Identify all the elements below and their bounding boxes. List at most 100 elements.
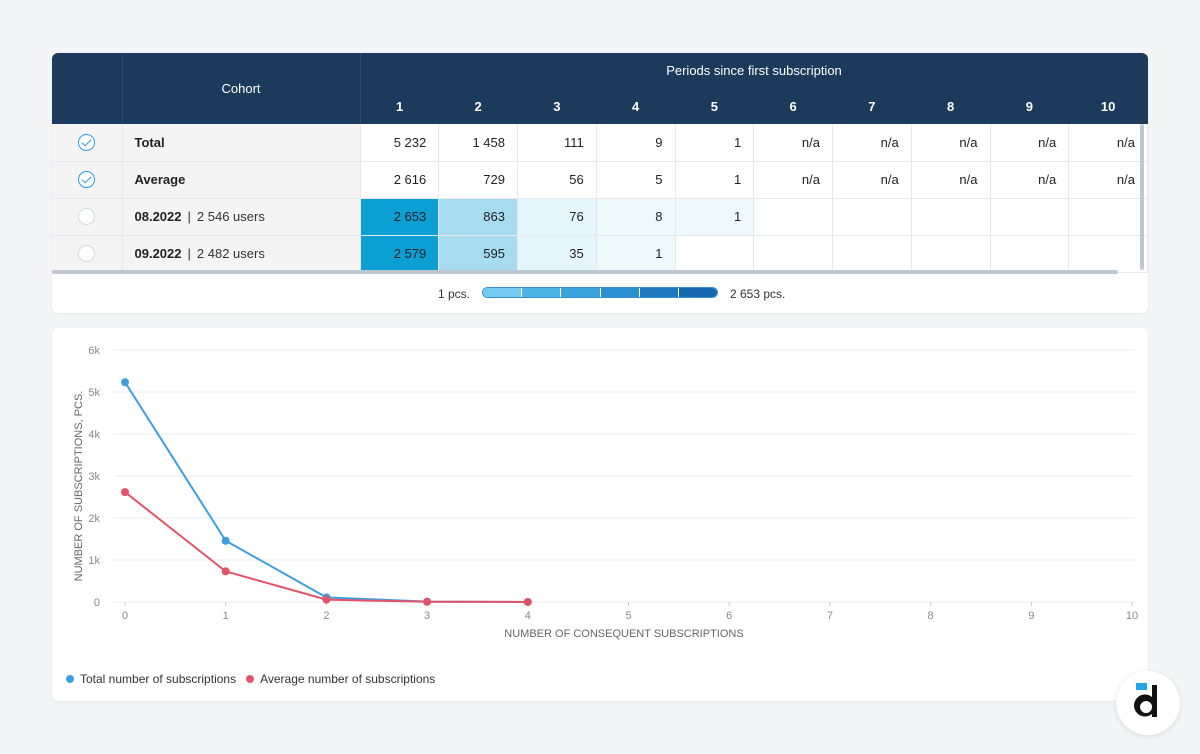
scale-segment [483,288,523,297]
cohort-table: Cohort Periods since first subscription … [52,53,1148,273]
row-checkbox[interactable] [78,245,96,263]
cohort-table-card: Cohort Periods since first subscription … [52,53,1148,313]
value-cell: 56 [517,161,597,199]
table-body: Total 5 232 1 458 111 9 1 n/a n/a n/a n/a n/a Avera… [52,124,1148,273]
scale-segment [561,288,601,297]
series-line-1 [124,491,528,603]
value-cell: n/a [753,161,833,199]
series-line-0 [124,381,528,603]
series-point [221,536,230,545]
legend-item[interactable]: Average number of subscriptions [246,672,435,686]
x-tick-label: 7 [827,610,833,622]
legend-item[interactable]: Total number of subscriptions [66,672,236,686]
value-cell: 595 [438,235,518,273]
value-cell [1068,198,1148,236]
value-cell: n/a [753,124,833,162]
row-select-cell [52,124,123,162]
value-cell: n/a [911,124,991,162]
value-cell: 9 [596,124,676,162]
series-point [121,488,129,497]
value-cell [911,235,991,273]
y-tick-label: 5k [88,387,100,399]
x-tick-label: 9 [1028,610,1034,622]
value-cell: n/a [911,161,991,199]
scale-segment [639,288,679,297]
value-cell: 2 653 [360,198,440,236]
separator: | [187,246,191,261]
devtodev-logo [1116,671,1180,735]
vertical-scrollbar[interactable] [1140,124,1144,270]
value-cell: 1 [675,198,755,236]
horizontal-scrollbar[interactable] [52,270,1118,274]
table-row: Total 5 232 1 458 111 9 1 n/a n/a n/a n/a n/a [52,124,1148,162]
period-header-7: 7 [832,88,912,124]
period-header-8: 8 [911,88,990,124]
cohort-label-cell: Average [122,161,361,199]
value-cell: 2 616 [360,161,440,199]
row-select-cell [52,235,123,273]
cohort-column-header: Cohort [122,53,361,124]
period-header-1: 1 [360,88,439,124]
value-cell: 5 232 [360,124,440,162]
value-cell: n/a [1068,161,1148,199]
value-cell: n/a [990,124,1070,162]
value-cell [990,235,1070,273]
x-tick-label: 0 [122,610,128,622]
period-header-10: 10 [1068,88,1148,124]
value-cell: 35 [517,235,597,273]
value-cell: 1 458 [438,124,518,162]
scale-segment [678,288,717,297]
line-chart-card: 0 1k 2k 3k 4k 5k 6k 0 1 2 3 4 5 6 7 8 9 10 NUMBER OF CONSE… [52,328,1148,701]
line-chart: 0 1k 2k 3k 4k 5k 6k 0 1 2 3 4 5 6 7 8 9 10 NUMBER OF CONSE… [73,345,1138,640]
value-cell: n/a [832,161,912,199]
value-cell: 729 [438,161,518,199]
value-cell: n/a [990,161,1070,199]
chart-legend: Total number of subscriptions Average num… [66,672,435,686]
logo-d-icon [1134,683,1157,717]
value-cell: 76 [517,198,597,236]
value-cell: 2 579 [360,235,440,273]
y-tick-label: 0 [94,597,100,609]
x-tick-label: 3 [424,610,430,622]
x-tick-label: 1 [223,610,229,622]
period-header-2: 2 [438,88,518,124]
y-tick-label: 1k [88,555,100,567]
legend-label: Total number of subscriptions [80,672,237,686]
value-cell: 1 [596,235,676,273]
series-point [121,378,129,387]
cohort-name: 09.2022 [134,246,182,261]
y-tick-label: 6k [88,345,100,357]
row-select-cell [52,161,123,199]
series-point [221,567,230,576]
period-header-5: 5 [675,88,754,124]
x-tick-label: 10 [1126,610,1138,622]
cohort-name: Average [134,172,186,187]
x-tick-label: 4 [525,610,531,622]
value-cell [753,198,833,236]
value-cell: 1 [675,161,755,199]
y-axis-label: NUMBER OF SUBSCRIPTIONS, PCS. [73,391,85,582]
legend-dot-icon [66,675,74,683]
table-row: 08.2022 | 2 546 users 2 653 863 76 8 1 [52,198,1148,236]
value-cell [753,235,833,273]
color-scale-bar [482,287,718,298]
value-cell [1068,235,1148,273]
value-cell: 8 [596,198,676,236]
value-cell: 863 [438,198,518,236]
row-checkbox[interactable] [78,171,96,189]
scale-min-label: 1 pcs. [438,287,471,301]
cohort-label-cell: 09.2022 | 2 482 users [122,235,361,273]
value-cell [832,235,912,273]
value-cell [675,235,755,273]
value-cell: 111 [517,124,597,162]
value-cell [911,198,991,236]
series-point [423,597,432,606]
table-row: Average 2 616 729 56 5 1 n/a n/a n/a n/a n/a [52,161,1148,199]
y-tick-label: 3k [88,471,100,483]
value-cell: n/a [1068,124,1148,162]
value-cell [832,198,912,236]
value-cell: 1 [675,124,755,162]
row-checkbox[interactable] [78,133,96,151]
scale-max-label: 2 653 pcs. [730,287,786,301]
row-checkbox[interactable] [78,208,96,226]
